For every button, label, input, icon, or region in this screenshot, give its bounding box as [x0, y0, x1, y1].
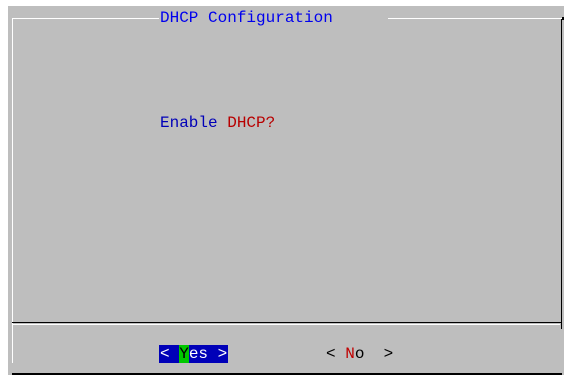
dialog-separator-right-tick: [561, 323, 562, 329]
dialog-separator: [12, 324, 560, 325]
dialog-frame-right: [561, 19, 562, 322]
dialog-frame-top-corner: [562, 17, 564, 20]
yes-button[interactable]: < Yes >: [159, 345, 229, 363]
dialog-prompt: Enable DHCP?: [160, 114, 275, 132]
no-button-left-bracket: <: [326, 345, 336, 363]
dialog-title: DHCP Configuration: [159, 9, 334, 27]
no-button-right-bracket: >: [383, 345, 394, 363]
no-button[interactable]: < No >: [326, 345, 393, 363]
dialog-frame-top-left: [12, 18, 162, 19]
dialog-frame-left: [12, 18, 13, 363]
prompt-highlight: DHCP?: [227, 114, 276, 132]
yes-button-hotkey: Y: [179, 345, 189, 363]
no-button-hotkey: N: [345, 345, 355, 363]
dhcp-dialog: DHCP Configuration: [8, 6, 564, 375]
dialog-frame-bottom: [12, 373, 562, 375]
yes-button-left-bracket: <: [160, 345, 170, 363]
no-button-label-rest: o: [354, 345, 365, 363]
dialog-separator-shadow: [12, 322, 562, 323]
yes-button-label-rest: es: [188, 345, 209, 363]
prompt-text: Enable: [160, 114, 218, 132]
yes-button-right-bracket: >: [217, 345, 228, 363]
dialog-frame-top-right: [388, 18, 562, 19]
